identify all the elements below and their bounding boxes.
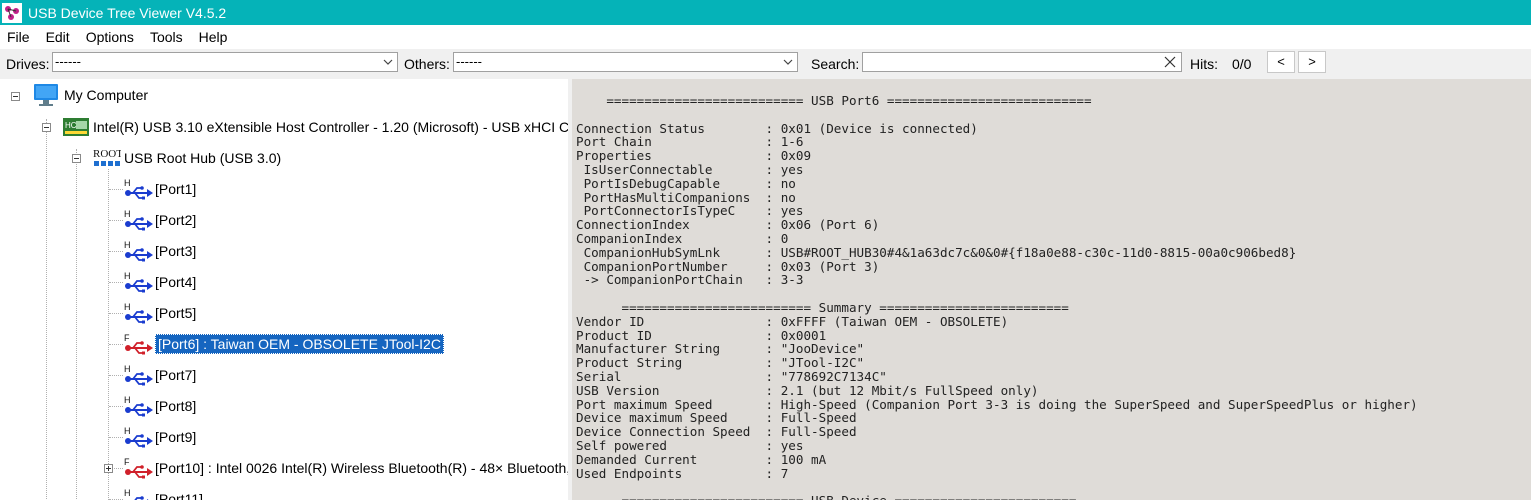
tree-node-label: [Port9] bbox=[155, 429, 197, 445]
usb-port-icon: H bbox=[124, 426, 153, 448]
tree-node-port[interactable]: H [Port9] bbox=[123, 426, 196, 448]
search-input[interactable] bbox=[862, 52, 1182, 72]
tree-node-host-controller[interactable]: HC Intel(R) USB 3.10 eXtensible Host Con… bbox=[63, 116, 568, 138]
others-dropdown-value: ------ bbox=[456, 54, 482, 69]
tree-node-label: My Computer bbox=[64, 87, 149, 103]
usb-port-icon-letter: H bbox=[124, 178, 131, 188]
tree-node-port[interactable]: H [Port2] bbox=[123, 209, 196, 231]
usb-port-icon: H bbox=[124, 364, 153, 386]
host-controller-icon: HC bbox=[63, 118, 89, 136]
usb-port-icon-letter: H bbox=[124, 426, 131, 436]
tree-node-label: [Port5] bbox=[155, 305, 197, 321]
usb-port-icon-letter: F bbox=[124, 333, 130, 343]
tree-node-label: [Port8] bbox=[155, 398, 197, 414]
tree-node-label: [Port6] : Taiwan OEM - OBSOLETE JTool-I2… bbox=[155, 334, 444, 354]
expand-toggle[interactable] bbox=[42, 123, 51, 132]
usb-port-icon-letter: H bbox=[124, 364, 131, 374]
detail-pane[interactable]: ========================== USB Port6 ===… bbox=[572, 79, 1531, 500]
usb-port-icon-letter: H bbox=[124, 271, 131, 281]
menu-file[interactable]: File bbox=[0, 29, 38, 45]
usb-port-icon-letter: H bbox=[124, 240, 131, 250]
usb-port-icon: H bbox=[124, 488, 149, 500]
tree-node-label: [Port7] bbox=[155, 367, 197, 383]
tree-node-root-hub[interactable]: ROOT USB Root Hub (USB 3.0) bbox=[93, 147, 281, 169]
tree-node-label: [Port11] bbox=[155, 491, 203, 500]
usb-port-icon: F bbox=[124, 333, 153, 355]
close-icon[interactable] bbox=[1163, 55, 1177, 69]
usb-port-icon: H bbox=[124, 209, 153, 231]
root-hub-icon-text: ROOT bbox=[93, 148, 121, 160]
tree-node-label: [Port10] : Intel 0026 Intel(R) Wireless … bbox=[155, 460, 568, 476]
tree-node-label: [Port2] bbox=[155, 212, 197, 228]
tree-node-port[interactable]: H [Port4] bbox=[123, 271, 196, 293]
drives-label: Drives: bbox=[6, 56, 50, 72]
search-label: Search: bbox=[811, 56, 860, 72]
menu-help[interactable]: Help bbox=[191, 29, 236, 45]
tree-connector bbox=[76, 149, 77, 499]
tree-node-port[interactable]: H [Port3] bbox=[123, 240, 196, 262]
usb-tree-app-icon bbox=[2, 2, 22, 23]
tree-node-port[interactable]: H [Port7] bbox=[123, 364, 196, 386]
device-tree[interactable]: My Computer HC Intel(R) USB 3.10 eXtensi… bbox=[0, 79, 568, 500]
menu-edit[interactable]: Edit bbox=[38, 29, 78, 45]
tree-node-label: [Port1] bbox=[155, 181, 197, 197]
tree-node-label: USB Root Hub (USB 3.0) bbox=[124, 150, 282, 166]
others-dropdown[interactable]: ------ bbox=[453, 52, 798, 72]
tree-node-my-computer[interactable]: My Computer bbox=[33, 84, 148, 106]
tree-connector bbox=[109, 282, 123, 283]
expand-toggle[interactable] bbox=[104, 464, 113, 473]
tree-node-label: [Port4] bbox=[155, 274, 197, 290]
menu-tools[interactable]: Tools bbox=[142, 29, 191, 45]
usb-port-icon-letter: H bbox=[124, 488, 131, 498]
previous-hit-button[interactable]: < bbox=[1267, 51, 1295, 73]
tree-node-port[interactable]: F [Port10] : Intel 0026 Intel(R) Wireless… bbox=[123, 457, 568, 479]
usb-port-icon: F bbox=[124, 457, 153, 479]
tree-connector bbox=[109, 375, 123, 376]
tree-connector bbox=[109, 189, 123, 190]
drives-dropdown[interactable]: ------ bbox=[52, 52, 398, 72]
tree-node-port[interactable]: F [Port6] : Taiwan OEM - OBSOLETE JTool-I… bbox=[123, 333, 444, 355]
tree-node-label: Intel(R) USB 3.10 eXtensible Host Contro… bbox=[93, 119, 568, 135]
window-title: USB Device Tree Viewer V4.5.2 bbox=[28, 4, 227, 21]
hits-label: Hits: bbox=[1190, 56, 1218, 72]
usb-port-icon: H bbox=[124, 395, 153, 417]
hits-count: 0/0 bbox=[1232, 56, 1252, 72]
drives-dropdown-value: ------ bbox=[55, 54, 81, 69]
usb-port-icon: H bbox=[124, 302, 153, 324]
others-label: Others: bbox=[404, 56, 450, 72]
tree-node-port[interactable]: H [Port11] bbox=[123, 488, 203, 500]
title-bar: USB Device Tree Viewer V4.5.2 bbox=[0, 0, 1531, 25]
usb-port-icon: H bbox=[124, 240, 153, 262]
tree-connector bbox=[109, 344, 123, 345]
expand-toggle[interactable] bbox=[11, 92, 20, 101]
hc-icon-text: HC bbox=[65, 121, 77, 130]
tree-node-port[interactable]: H [Port1] bbox=[123, 178, 196, 200]
tree-connector bbox=[109, 313, 123, 314]
usb-port-icon-letter: F bbox=[124, 457, 130, 467]
usb-port-icon-letter: H bbox=[124, 395, 131, 405]
tree-node-port[interactable]: H [Port5] bbox=[123, 302, 196, 324]
computer-icon bbox=[34, 84, 58, 106]
chevron-down-icon bbox=[783, 59, 793, 65]
usb-port-icon-letter: H bbox=[124, 209, 131, 219]
usb-port-icon: H bbox=[124, 271, 153, 293]
tree-connector bbox=[46, 119, 47, 499]
tree-connector bbox=[109, 406, 123, 407]
root-hub-icon: ROOT bbox=[93, 148, 121, 166]
tree-connector bbox=[108, 169, 109, 500]
tree-connector bbox=[109, 220, 123, 221]
port-details-text: ========================== USB Port6 ===… bbox=[576, 93, 1418, 500]
chevron-down-icon bbox=[383, 59, 393, 65]
menu-bar: File Edit Options Tools Help bbox=[0, 25, 1531, 49]
tree-connector bbox=[109, 251, 123, 252]
usb-port-icon-letter: H bbox=[124, 302, 131, 312]
tree-node-port[interactable]: H [Port8] bbox=[123, 395, 196, 417]
next-hit-button[interactable]: > bbox=[1298, 51, 1326, 73]
tree-node-label: [Port3] bbox=[155, 243, 197, 259]
usb-port-icon: H bbox=[124, 178, 153, 200]
expand-toggle[interactable] bbox=[72, 154, 81, 163]
toolbar: Drives: ------ Others: ------ Search: Hi… bbox=[0, 49, 1531, 79]
menu-options[interactable]: Options bbox=[78, 29, 142, 45]
tree-connector bbox=[109, 437, 123, 438]
